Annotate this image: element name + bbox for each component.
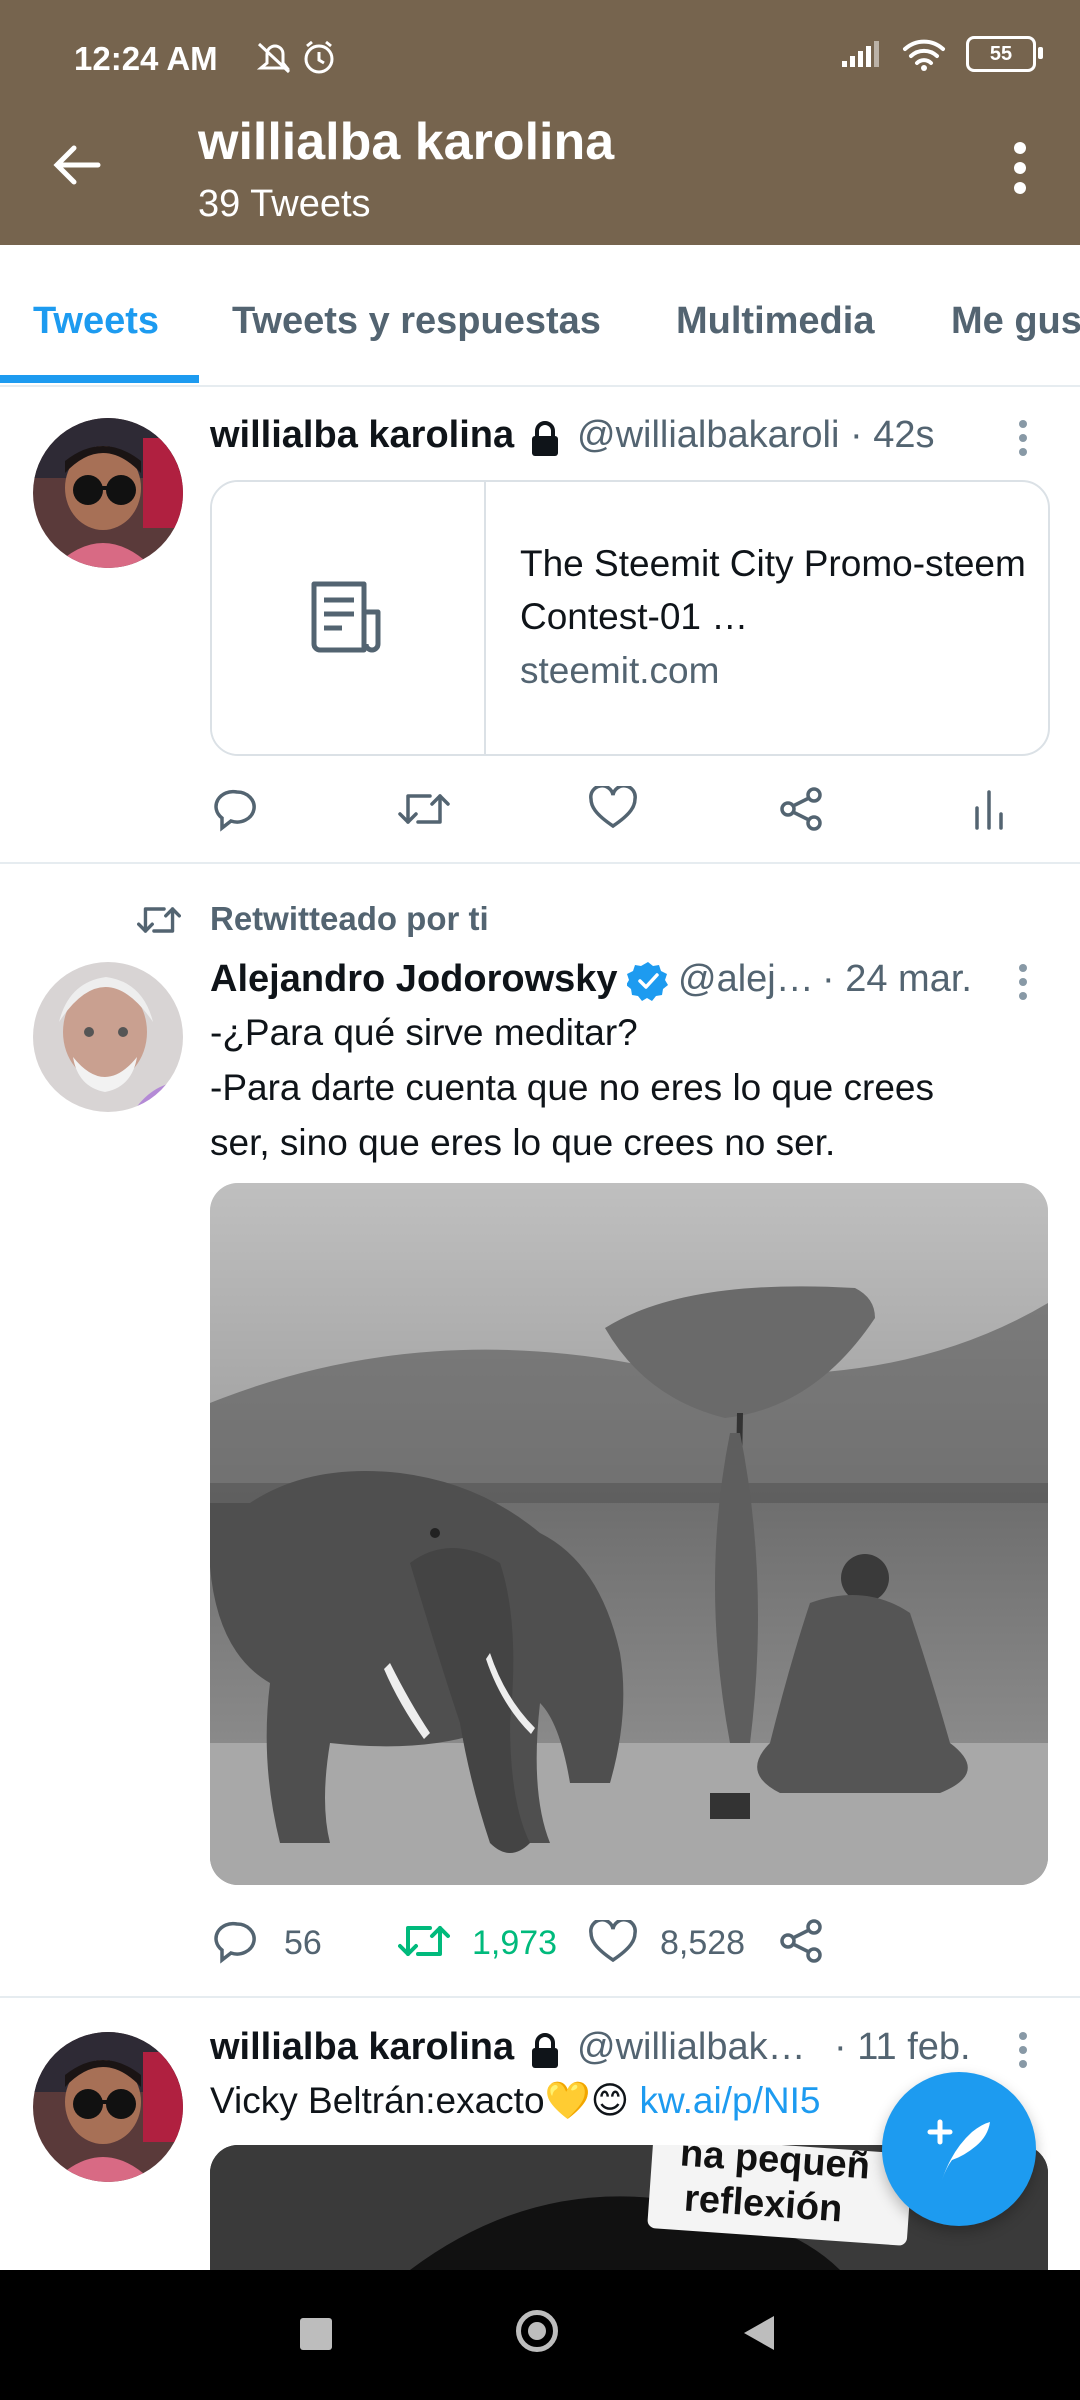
share-icon[interactable] [778, 1918, 824, 1964]
tweet-divider [0, 1996, 1080, 1998]
author-name[interactable]: willialba karolina [210, 414, 514, 457]
author-name[interactable]: Alejandro Jodorowsky [210, 958, 618, 1001]
lock-icon [532, 2033, 558, 2068]
author-handle-time: @willialbakaroli · 42s [577, 414, 935, 456]
wifi-icon [903, 39, 945, 71]
link-preview-card[interactable]: The Steemit City Promo-steem Contest-01 … [210, 480, 1050, 756]
back-arrow-icon [53, 145, 101, 185]
like-icon[interactable] [589, 1920, 637, 1964]
recent-apps-button[interactable] [300, 2318, 332, 2350]
author-name[interactable]: willialba karolina [210, 2026, 514, 2069]
more-vertical-icon[interactable] [1016, 962, 1030, 1002]
lock-icon [532, 421, 558, 456]
back-button[interactable] [50, 138, 104, 197]
tweet-divider [0, 862, 1080, 864]
retweet-icon[interactable] [398, 786, 450, 832]
tweet-time: · 11 feb. [834, 2026, 971, 2068]
article-icon [311, 581, 381, 653]
profile-name-title: willialba karolina [198, 113, 615, 171]
link-title: The Steemit City Promo-steem Contest-01 … [520, 543, 1026, 637]
profile-tabs: Tweets Tweets y respuestas Multimedia Me… [0, 245, 1080, 387]
link-domain: steemit.com [520, 650, 720, 691]
author-handle: @willialbak… [577, 2026, 806, 2068]
alarm-icon [304, 40, 334, 74]
verified-icon [627, 962, 668, 1001]
retweet-count: 1,973 [472, 1924, 558, 1962]
back-nav-icon[interactable] [742, 2314, 776, 2352]
avatar[interactable] [33, 962, 183, 1112]
tweet-count: 39 Tweets [198, 183, 371, 225]
tab-tweets[interactable]: Tweets [33, 300, 159, 343]
active-tab-indicator [0, 375, 199, 383]
tweet-text: -¿Para qué sirve meditar? -Para darte cu… [210, 1012, 935, 1163]
more-vertical-icon[interactable] [1016, 418, 1030, 458]
system-navigation-bar [0, 2270, 1080, 2400]
share-icon[interactable] [778, 786, 824, 832]
analytics-icon[interactable] [972, 788, 1006, 832]
tab-tweets-and-replies[interactable]: Tweets y respuestas [232, 300, 601, 343]
more-vertical-icon [1014, 142, 1026, 194]
reply-icon[interactable] [214, 1918, 260, 1964]
status-system-icons: 55 [840, 36, 1043, 72]
avatar[interactable] [33, 418, 183, 568]
app-header: 12:24 AM 55 willialba karolina 39 Tweets [0, 0, 1080, 245]
signal-icon [842, 41, 879, 67]
like-icon[interactable] [589, 786, 637, 830]
home-button[interactable] [516, 2310, 558, 2352]
compose-icon [927, 2119, 990, 2180]
author-handle: @alej… [678, 958, 814, 1000]
retweeted-by-label: Retwitteado por ti [210, 900, 489, 937]
battery-indicator: 55 [966, 36, 1043, 72]
tweet-media-image[interactable] [210, 1183, 1048, 1885]
status-time: 12:24 AM [74, 40, 218, 77]
tweet-text: Vicky Beltrán:exacto💛😊 kw.ai/p/NI5 [210, 2080, 821, 2121]
link-thumbnail [212, 482, 486, 754]
tab-likes[interactable]: Me gus [951, 300, 1080, 343]
reply-count: 56 [284, 1924, 322, 1962]
retweet-icon [137, 907, 181, 933]
avatar[interactable] [33, 2032, 183, 2182]
muted-bell-icon [256, 42, 291, 74]
tab-media[interactable]: Multimedia [676, 300, 874, 343]
retweet-icon[interactable] [398, 1918, 450, 1964]
tweet-time: · 24 mar. [822, 958, 972, 1000]
more-vertical-icon[interactable] [1016, 2030, 1030, 2070]
tweet-link[interactable]: kw.ai/p/NI5 [639, 2080, 820, 2121]
status-notification-icons [255, 38, 345, 83]
overflow-menu-button[interactable] [1010, 140, 1030, 201]
reply-icon[interactable] [214, 786, 260, 832]
like-count: 8,528 [660, 1924, 746, 1962]
compose-tweet-button[interactable] [882, 2072, 1036, 2226]
